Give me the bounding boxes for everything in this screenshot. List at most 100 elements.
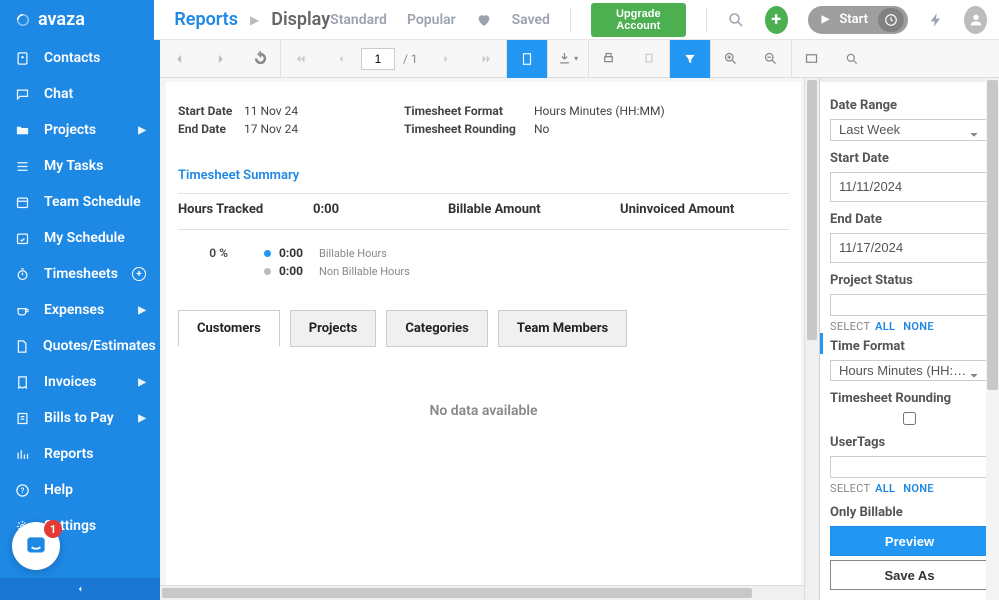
hours-tracked-value: 0:00 [313, 202, 448, 217]
page-total: / 1 [403, 52, 418, 66]
breadcrumb: Reports ▶ Display [154, 9, 330, 30]
heart-icon[interactable] [476, 12, 492, 28]
filter-icon[interactable] [670, 40, 710, 78]
filter-scrollbar[interactable] [986, 78, 999, 600]
next-page-icon[interactable] [426, 40, 466, 78]
timesheet-rounding-label: Timesheet Rounding [830, 391, 989, 406]
prev-page-icon[interactable] [321, 40, 361, 78]
sidebar-item-invoices[interactable]: Invoices▶ [0, 364, 160, 400]
usertags-input[interactable] [830, 456, 989, 478]
time-format-select[interactable]: Hours Minutes (HH:… [830, 360, 989, 382]
select-none-link[interactable]: NONE [903, 482, 934, 495]
dot-billable-icon [264, 250, 271, 257]
sidebar-item-expenses[interactable]: Expenses▶ [0, 292, 160, 328]
sidebar-item-help[interactable]: ?Help [0, 472, 160, 508]
sidebar-item-quotes[interactable]: Quotes/Estimates [0, 328, 160, 364]
stopwatch-icon [14, 267, 30, 282]
sidebar-item-projects[interactable]: Projects▶ [0, 112, 160, 148]
sidebar-item-teamschedule[interactable]: Team Schedule [0, 184, 160, 220]
zoom-out-icon[interactable] [751, 40, 791, 78]
chevron-right-icon: ▶ [250, 13, 259, 27]
sidebar-item-myschedule[interactable]: My Schedule [0, 220, 160, 256]
zoom-in-icon[interactable] [711, 40, 751, 78]
sidebar-item-label: My Tasks [44, 158, 103, 174]
search-icon[interactable] [727, 11, 745, 29]
filter-start-date-input[interactable] [830, 172, 999, 202]
last-page-icon[interactable] [466, 40, 506, 78]
sidebar-item-label: Chat [44, 86, 73, 102]
sidebar-item-chat[interactable]: Chat [0, 76, 160, 112]
save-as-button[interactable]: Save As [830, 560, 989, 590]
tab-projects[interactable]: Projects [290, 310, 377, 347]
sidebar-item-bills[interactable]: Bills to Pay▶ [0, 400, 160, 436]
filter-end-date-label: End Date [830, 212, 989, 227]
chevron-right-icon: ▶ [138, 377, 146, 388]
sidebar-item-label: Reports [44, 446, 94, 462]
first-page-icon[interactable] [281, 40, 321, 78]
filter-end-date-input[interactable] [830, 233, 999, 263]
horizontal-scrollbar[interactable] [160, 585, 804, 600]
upgrade-button[interactable]: Upgrade Account [591, 3, 686, 37]
tab-customers[interactable]: Customers [178, 310, 280, 347]
sidebar-item-label: Expenses [44, 302, 104, 318]
preview-button[interactable]: Preview [830, 526, 989, 556]
add-button[interactable]: + [765, 6, 788, 34]
select-label: SELECT [830, 320, 870, 333]
select-all-link[interactable]: ALL [875, 320, 895, 333]
logo-text: avaza [38, 9, 85, 30]
sidebar-item-timesheets[interactable]: Timesheets+ [0, 256, 160, 292]
sidebar-item-mytasks[interactable]: My Tasks [0, 148, 160, 184]
ts-format-label: Timesheet Format [404, 104, 534, 118]
vertical-scrollbar[interactable] [804, 78, 819, 600]
plus-circle-icon[interactable]: + [132, 267, 146, 281]
start-timer-button[interactable]: ▶ Start [808, 6, 908, 34]
clock-icon[interactable] [878, 8, 904, 32]
select-none-link[interactable]: NONE [903, 320, 934, 333]
fullwidth-icon[interactable] [792, 40, 832, 78]
page-input[interactable] [361, 48, 395, 70]
sidebar-item-label: Quotes/Estimates [43, 338, 156, 354]
filter-panel: Date Range Last Week Start Date End Date… [819, 78, 999, 600]
calendar-check-icon [14, 231, 30, 246]
project-status-input[interactable] [830, 294, 989, 316]
select-all-link[interactable]: ALL [875, 482, 895, 495]
sidebar-collapse[interactable] [0, 578, 160, 600]
menu-standard[interactable]: Standard [330, 12, 387, 28]
sidebar-item-label: Contacts [44, 50, 100, 66]
single-page-icon[interactable] [507, 40, 547, 78]
section-title: Timesheet Summary [178, 168, 789, 189]
date-range-select[interactable]: Last Week [830, 119, 989, 141]
forward-icon[interactable] [200, 40, 240, 78]
billable-hours-value: 0:00 [279, 246, 311, 260]
refresh-icon[interactable] [240, 40, 280, 78]
end-date-label: End Date [178, 122, 244, 136]
tab-team-members[interactable]: Team Members [498, 310, 627, 347]
search-icon[interactable] [832, 40, 872, 78]
download-icon[interactable]: ▾ [548, 40, 588, 78]
intercom-fab[interactable]: 1 [12, 522, 60, 570]
menu-saved[interactable]: Saved [512, 12, 550, 28]
divider [706, 9, 707, 31]
sidebar-item-contacts[interactable]: Contacts [0, 40, 160, 76]
timesheet-rounding-checkbox[interactable] [830, 412, 989, 425]
back-icon[interactable] [160, 40, 200, 78]
breadcrumb-reports[interactable]: Reports [174, 9, 238, 30]
play-icon: ▶ [822, 14, 830, 25]
nonbillable-hours-label: Non Billable Hours [319, 265, 410, 278]
print-icon[interactable] [589, 40, 629, 78]
tab-categories[interactable]: Categories [386, 310, 488, 347]
menu-popular[interactable]: Popular [407, 12, 456, 28]
usertags-label: UserTags [830, 435, 989, 450]
chat-icon [14, 87, 30, 102]
sidebar-item-label: Bills to Pay [44, 410, 114, 426]
start-date-label: Start Date [178, 104, 244, 118]
sidebar-item-reports[interactable]: Reports [0, 436, 160, 472]
project-status-label: Project Status [830, 273, 989, 288]
logo[interactable]: avaza [0, 0, 154, 40]
copy-icon[interactable] [629, 40, 669, 78]
user-avatar[interactable] [964, 6, 987, 34]
report-page: Start Date 11 Nov 24 Timesheet Format Ho… [166, 82, 801, 600]
invoice-icon [14, 375, 30, 390]
bolt-icon[interactable] [928, 12, 944, 28]
start-date-value: 11 Nov 24 [244, 104, 404, 118]
